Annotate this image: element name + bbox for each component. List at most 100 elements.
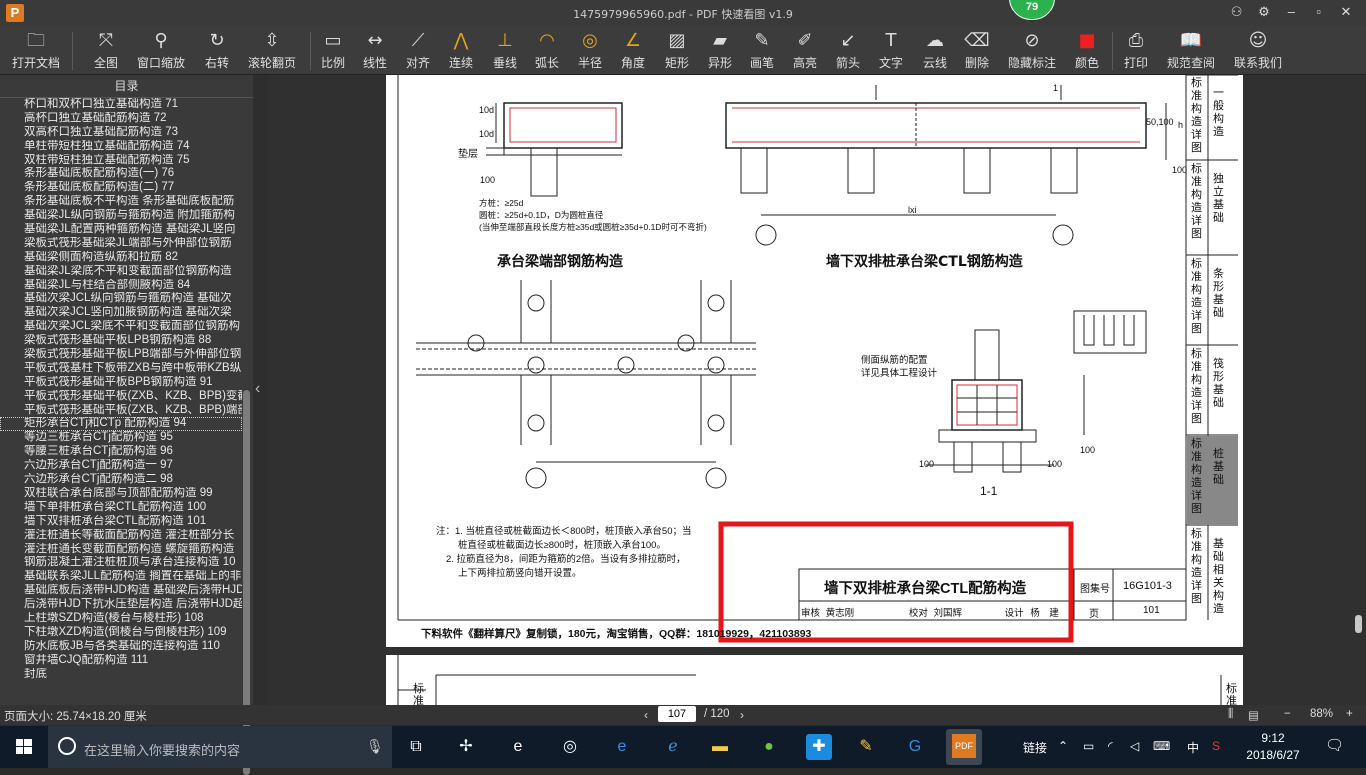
toc-item[interactable]: 灌注桩通长等截面配筋构造 灌注桩部分长 xyxy=(0,529,242,543)
notes-app-icon[interactable]: ✎ xyxy=(853,734,879,760)
sogou-icon[interactable]: S xyxy=(1212,739,1220,753)
ime-indicator[interactable]: 中 xyxy=(1187,739,1199,756)
toc-item[interactable]: 六边形承台CTj配筋构造二 98 xyxy=(0,473,242,487)
toc-item[interactable]: 上柱墩SZD构造(棱台与棱柱形) 108 xyxy=(0,612,242,626)
toolbar-mouse-button[interactable]: ⇳ 滚轮翻页 xyxy=(242,29,302,71)
volume-icon[interactable]: ◁ xyxy=(1130,739,1139,753)
toc-item[interactable]: 平板式筏形基础平板(ZXB、KZB、BPB)变截 xyxy=(0,390,242,404)
toolbar-rotate-button[interactable]: ↻ 右转 xyxy=(187,29,247,71)
minimize-icon[interactable]: – xyxy=(1279,4,1303,19)
toc-item[interactable]: 双柱带短柱独立基础配筋构造 75 xyxy=(0,154,242,168)
start-button[interactable] xyxy=(0,726,48,768)
toc-item[interactable]: 基础联系梁JLL配筋构造 搁置在基础上的非 xyxy=(0,570,242,584)
toolbar-book-button[interactable]: 📖 规范查阅 xyxy=(1161,29,1221,71)
toolbar-label: 异形 xyxy=(707,56,732,70)
green-app-icon[interactable]: ● xyxy=(756,734,782,760)
action-center-icon[interactable]: 🗨 xyxy=(1325,736,1344,754)
battery-icon[interactable]: ▭ xyxy=(1083,739,1094,753)
toc-item[interactable]: 高杯口独立基础配筋构造 72 xyxy=(0,112,242,126)
toc-item[interactable]: 等腰三桩承台CTj配筋构造 96 xyxy=(0,445,242,459)
toc-item[interactable]: 基础底板后浇带HJD构造 基础梁后浇带HJD xyxy=(0,584,242,598)
next-page-icon[interactable]: › xyxy=(740,708,744,722)
toc-item[interactable]: 灌注桩通长变截面配筋构造 螺旋箍筋构造 xyxy=(0,543,242,557)
continuous-view-icon[interactable]: ⫼ xyxy=(1228,708,1233,721)
toc-item[interactable]: 基础梁JL配置两种箍筋构造 基础梁JL竖向 xyxy=(0,223,242,237)
toc-item[interactable]: 封底 xyxy=(0,668,242,682)
toc-item[interactable]: 梁板式筏形基础平板LPB端部与外伸部位钢 xyxy=(0,348,242,362)
pdf-viewer-taskbar-icon[interactable]: PDF xyxy=(946,729,982,765)
toc-item[interactable]: 窗井墙CJQ配筋构造 111 xyxy=(0,654,242,668)
blue-app-icon[interactable]: ✚ xyxy=(806,734,832,760)
document-viewer[interactable]: 承台梁端部钢筋构造 墙下双排桩承台梁CTL钢筋构造 1-1 垫层 方桩：≥25d… xyxy=(267,75,1366,705)
toc-item[interactable]: 平板式筏基柱下板带ZXB与跨中板带KZB纵向 xyxy=(0,362,242,376)
next-page-tab-right: 标准 xyxy=(1226,683,1237,705)
toc-item[interactable]: 基础次梁JCL竖向加腋钢筋构造 基础次梁 xyxy=(0,306,242,320)
toolbar-contact-button[interactable]: ☺ 联系我们 xyxy=(1228,29,1288,71)
pinwheel-app-icon[interactable]: ✢ xyxy=(453,734,479,760)
toc-item[interactable]: 基础梁JL纵向钢筋与箍筋构造 附加箍筋构 xyxy=(0,209,242,223)
link-label[interactable]: 链接 xyxy=(1023,739,1047,756)
ie-browser-icon[interactable]: e xyxy=(505,734,531,760)
toc-item[interactable]: 后浇带HJD下抗水压垫层构造 后浇带HJD超 xyxy=(0,598,242,612)
close-icon[interactable]: ✕ xyxy=(1334,4,1358,20)
toc-item[interactable]: 平板式筏形基础平板BPB钢筋构造 91 xyxy=(0,376,242,390)
toc-item[interactable]: 基础梁侧面构造纵筋和拉筋 82 xyxy=(0,251,242,265)
task-view-icon[interactable]: ⧉ xyxy=(403,734,429,760)
toolbar-label: 删除 xyxy=(964,56,989,70)
toc-item[interactable]: 杯口和双杯口独立基础构造 71 xyxy=(0,98,242,112)
toc-item[interactable]: 基础次梁JCL纵向钢筋与箍筋构造 基础次 xyxy=(0,292,242,306)
toc-item[interactable]: 矩形承台CTj和CTp 配筋构造 94 xyxy=(0,417,242,432)
toc-item[interactable]: 梁板式筏形基础梁JL端部与外伸部位钢筋 xyxy=(0,237,242,251)
prev-page-icon[interactable]: ‹ xyxy=(644,708,648,722)
toolbar-folder-button[interactable]: 🗀 打开文档 xyxy=(6,29,66,71)
toc-item[interactable]: 基础次梁JCL梁底不平和变截面部位钢筋构 xyxy=(0,320,242,334)
toc-item[interactable]: 双高杯口独立基础配筋构造 73 xyxy=(0,126,242,140)
browser-notify-icon[interactable]: ◎ xyxy=(557,734,583,760)
side-tab-1: 标准构造详图 独立基础 xyxy=(1191,163,1224,240)
zoom-in-button[interactable]: + xyxy=(1346,708,1353,720)
user-icon[interactable]: ⚇ xyxy=(1225,4,1249,20)
toolbar-zoom-button[interactable]: ⚲ 窗口缩放 xyxy=(131,29,191,71)
microphone-icon[interactable]: 🎙 xyxy=(366,738,384,755)
toolbar-eraser-button[interactable]: ⌫ 删除 xyxy=(947,29,1007,71)
g-app-icon[interactable]: G xyxy=(902,734,928,760)
toc-item[interactable]: 条形基础底板配筋构造(二) 77 xyxy=(0,181,242,195)
toolbar-separator xyxy=(1112,32,1113,70)
ie-icon[interactable]: ℯ xyxy=(660,734,686,760)
cortana-icon xyxy=(58,737,76,755)
maximize-icon[interactable]: ▫ xyxy=(1307,4,1331,19)
toc-item[interactable]: 钢筋混凝土灌注桩桩顶与承台连接构造 10 xyxy=(0,556,242,570)
toc-item[interactable]: 墙下双排桩承台梁CTL配筋构造 101 xyxy=(0,515,242,529)
toc-item[interactable]: 墙下单排桩承台梁CTL配筋构造 100 xyxy=(0,501,242,515)
rotate-icon: ↻ xyxy=(209,30,225,51)
toc-item[interactable]: 单柱带短柱独立基础配筋构造 74 xyxy=(0,140,242,154)
collapse-sidebar-button[interactable]: ‹ xyxy=(253,75,267,705)
toc-item[interactable]: 基础梁JL与柱结合部侧腋构造 84 xyxy=(0,279,242,293)
zoom-out-button[interactable]: − xyxy=(1284,708,1291,720)
settings-icon[interactable]: ⚙ xyxy=(1252,4,1276,20)
keyboard-icon[interactable]: ⌨ xyxy=(1153,739,1170,753)
viewer-scrollbar[interactable] xyxy=(1355,615,1362,633)
toc-item[interactable]: 下柱墩XZD构造(倒棱台与倒棱柱形) 109 xyxy=(0,626,242,640)
tray-chevron-up-icon[interactable]: ⌃ xyxy=(1058,739,1068,753)
toc-item[interactable]: 条形基础底板配筋构造(一) 76 xyxy=(0,167,242,181)
page-number-input[interactable]: 107 xyxy=(658,706,696,722)
taskbar-search[interactable]: 在这里输入你要搜索的内容 🎙 xyxy=(48,726,392,768)
toc-item[interactable]: 基础梁JL梁底不平和变截面部位钢筋构造 xyxy=(0,265,242,279)
toolbar-printer-button[interactable]: ⎙ 打印 xyxy=(1106,29,1166,71)
file-explorer-icon[interactable]: ▬ xyxy=(707,734,733,760)
single-page-view-icon[interactable]: ▤ xyxy=(1248,708,1259,722)
toc-item[interactable]: 双柱联合承台底部与顶部配筋构造 99 xyxy=(0,487,242,501)
toc-sidebar: 目录 杯口和双杯口独立基础构造 71 高杯口独立基础配筋构造 72 双高杯口独立基础… xyxy=(0,75,253,775)
wifi-icon[interactable]: ◜ xyxy=(1108,739,1113,753)
toc-item[interactable]: 条形基础底板不平构造 条形基础底板配筋 xyxy=(0,195,242,209)
toolbar-fit-page-button[interactable]: ⤧ 全图 xyxy=(76,29,136,71)
toolbar-hide-annotation-button[interactable]: ⊘ 隐藏标注 xyxy=(1002,29,1062,71)
toc-item[interactable]: 梁板式筏形基础平板LPB钢筋构造 88 xyxy=(0,334,242,348)
toc-item[interactable]: 等边三桩承台CTj配筋构造 95 xyxy=(0,431,242,445)
toc-item[interactable]: 防水底板JB与各类基础的连接构造 110 xyxy=(0,640,242,654)
toc-item[interactable]: 平板式筏形基础平板(ZXB、KZB、BPB)端部 xyxy=(0,404,242,418)
clock[interactable]: 9:12 2018/6/27 xyxy=(1244,730,1302,764)
toc-item[interactable]: 六边形承台CTj配筋构造一 97 xyxy=(0,459,242,473)
edge-icon[interactable]: e xyxy=(609,734,635,760)
